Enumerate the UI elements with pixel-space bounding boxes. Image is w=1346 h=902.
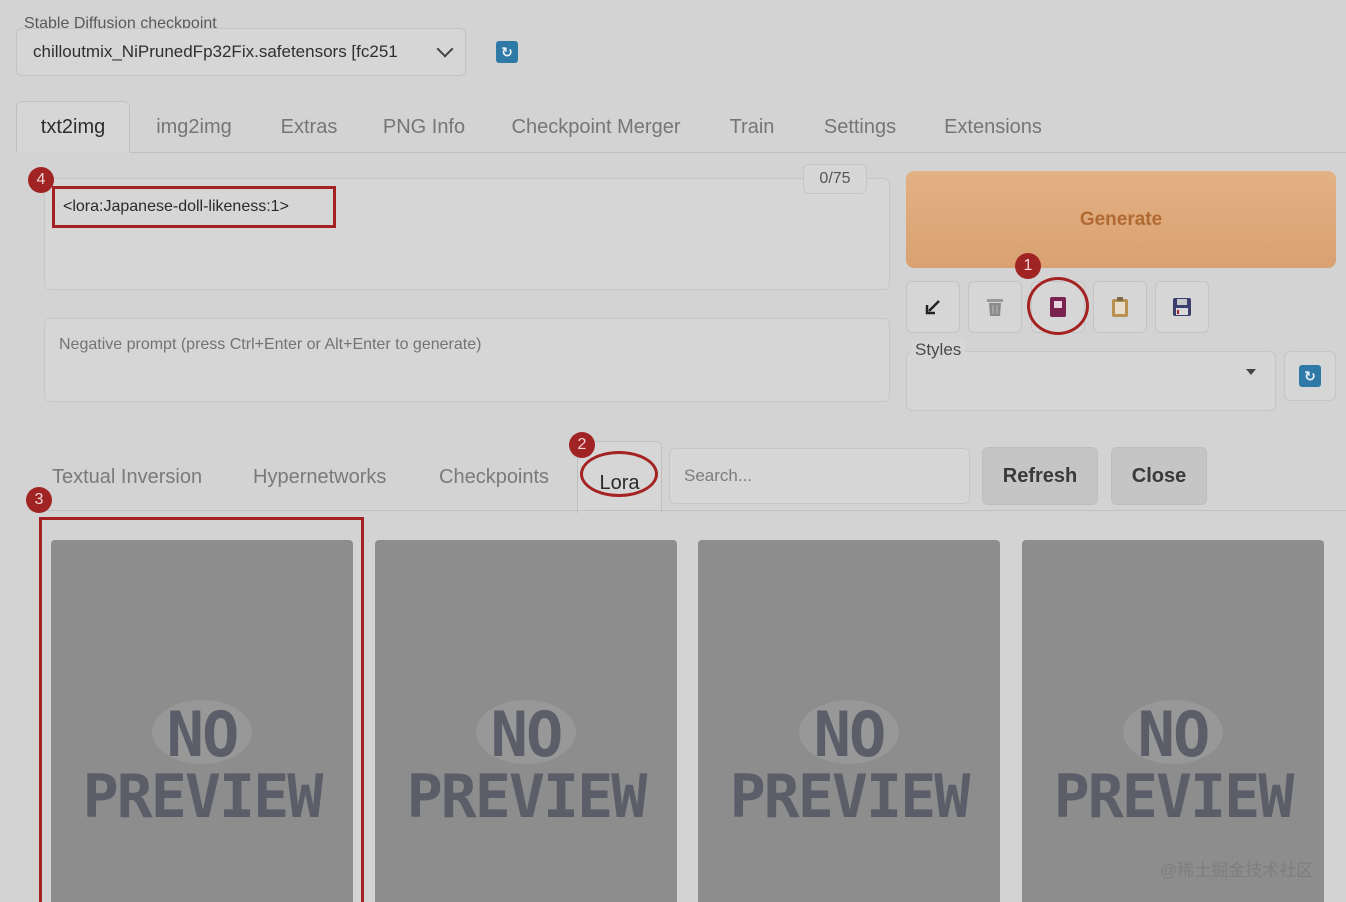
arrow-down-left-icon: [925, 300, 940, 315]
annotation-badge-3: 3: [26, 487, 52, 513]
generate-button[interactable]: Generate: [906, 171, 1336, 268]
tab-extensions[interactable]: Extensions: [928, 101, 1058, 153]
no-preview-line2: PREVIEW: [406, 762, 648, 832]
clipboard-icon: [1112, 297, 1128, 317]
no-preview-line1: NO: [813, 698, 887, 771]
read-params-button[interactable]: [906, 281, 960, 333]
annotation-badge-4: 4: [28, 167, 54, 193]
subtab-hypernetworks[interactable]: Hypernetworks: [253, 450, 386, 504]
lora-card[interactable]: NO PREVIEW: [375, 540, 677, 902]
tab-checkpoint-merger[interactable]: Checkpoint Merger: [494, 101, 698, 153]
prompt-text-highlight: <lora:Japanese-doll-likeness:1>: [52, 186, 336, 228]
subtab-textual-inversion[interactable]: Textual Inversion: [52, 450, 202, 504]
annotation-badge-2: 2: [569, 432, 595, 458]
close-button[interactable]: Close: [1111, 447, 1207, 505]
checkpoint-value: chilloutmix_NiPrunedFp32Fix.safetensors …: [33, 42, 398, 61]
lora-card[interactable]: NO PREVIEW: [1022, 540, 1324, 902]
refresh-button[interactable]: Refresh: [982, 447, 1098, 505]
token-counter: 0/75: [803, 164, 867, 194]
extra-networks-divider: [36, 510, 1346, 511]
tab-settings[interactable]: Settings: [806, 101, 914, 153]
styles-label: Styles: [911, 340, 966, 360]
watermark: @稀土掘金技术社区: [1160, 861, 1314, 880]
tab-extras[interactable]: Extras: [262, 101, 356, 153]
negative-prompt-textarea[interactable]: [44, 318, 890, 402]
styles-refresh-button[interactable]: ↻: [1284, 351, 1336, 401]
lora-card[interactable]: NO PREVIEW: [698, 540, 1000, 902]
no-preview-line1: NO: [1137, 698, 1211, 771]
subtab-checkpoints[interactable]: Checkpoints: [439, 450, 549, 504]
checkpoint-refresh-icon[interactable]: ↻: [496, 41, 518, 63]
tab-png-info[interactable]: PNG Info: [368, 101, 480, 153]
apply-style-button[interactable]: [1093, 281, 1147, 333]
chevron-down-icon: [436, 40, 454, 58]
tab-train[interactable]: Train: [712, 101, 792, 153]
checkpoint-select[interactable]: chilloutmix_NiPrunedFp32Fix.safetensors …: [16, 28, 466, 76]
caret-down-icon: [1246, 369, 1256, 375]
refresh-icon: ↻: [1299, 365, 1321, 387]
annotation-circle-extra-networks: [1027, 277, 1089, 335]
extra-networks-search-input[interactable]: Search...: [669, 448, 970, 504]
negative-prompt-placeholder: Negative prompt (press Ctrl+Enter or Alt…: [59, 336, 482, 353]
clear-prompt-button[interactable]: [968, 281, 1022, 333]
styles-dropdown[interactable]: [906, 351, 1276, 411]
save-style-button[interactable]: [1155, 281, 1209, 333]
tab-img2img[interactable]: img2img: [140, 101, 248, 153]
trash-icon: [987, 299, 1003, 316]
no-preview-line1: NO: [490, 698, 564, 771]
annotation-box-first-card: [39, 517, 364, 902]
no-preview-line2: PREVIEW: [1053, 762, 1295, 832]
floppy-save-icon: [1173, 298, 1191, 316]
annotation-circle-lora: [580, 451, 658, 497]
annotation-badge-1: 1: [1015, 253, 1041, 279]
tab-txt2img[interactable]: txt2img: [16, 101, 130, 153]
no-preview-line2: PREVIEW: [729, 762, 971, 832]
